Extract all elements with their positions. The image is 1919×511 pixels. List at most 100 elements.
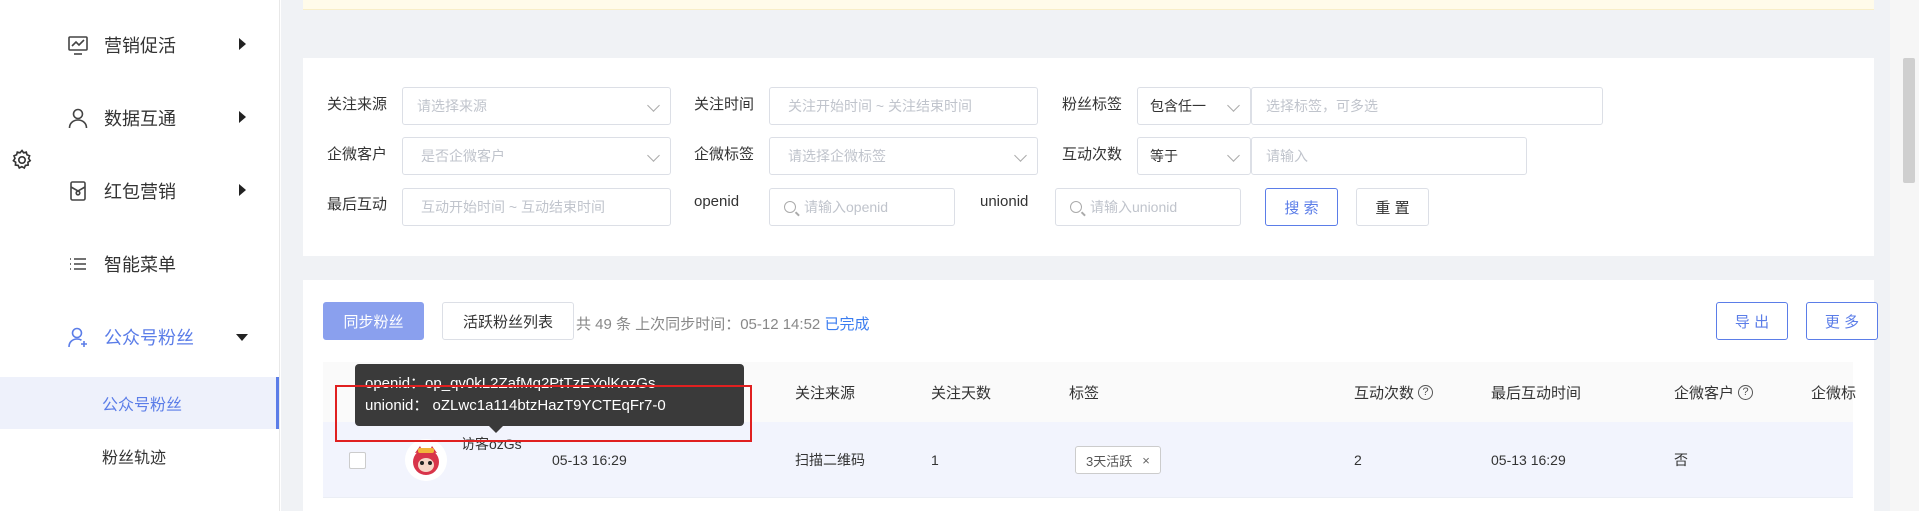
- more-button[interactable]: 更 多: [1806, 302, 1878, 340]
- sync-status: 已完成: [824, 316, 870, 333]
- column-header-days: 关注天数: [931, 384, 992, 402]
- wecom-customer-select[interactable]: 是否企微客户: [402, 137, 671, 175]
- column-header-wecom-text: 企微客户: [1674, 384, 1735, 402]
- chevron-down-icon: [647, 99, 660, 112]
- follow-time-label: 关注时间: [694, 96, 755, 113]
- sidebar-item-fans[interactable]: 公众号粉丝: [66, 317, 248, 357]
- chevron-right-icon: [239, 184, 246, 196]
- last-interact-label: 最后互动: [327, 196, 388, 213]
- chevron-down-icon: [1227, 99, 1240, 112]
- active-fans-list-button[interactable]: 活跃粉丝列表: [442, 302, 574, 340]
- follow-time-range[interactable]: 关注开始时间 ~ 关注结束时间: [769, 87, 1038, 125]
- id-tooltip: openid：op_qv0kL2ZafMq2PtTzEYolKozGs unio…: [355, 364, 744, 433]
- openid-label: openid: [694, 193, 740, 210]
- unionid-label: unionid: [980, 193, 1029, 210]
- column-header-source: 关注来源: [795, 384, 856, 402]
- sidebar-item-smart-menu[interactable]: 智能菜单: [66, 244, 246, 284]
- user-plus-icon: [66, 325, 90, 349]
- unionid-input[interactable]: 请输入unionid: [1055, 188, 1241, 226]
- follow-time-cell: 05-13 16:29: [552, 452, 627, 468]
- sidebar: 营销促活 数据互通 红包营销 智能菜单 公众号粉丝 公众号粉丝 粉丝轨迹: [0, 0, 280, 511]
- tag-chip: 3天活跃 ×: [1075, 446, 1161, 474]
- sidebar-item-red-packet[interactable]: 红包营销: [66, 171, 246, 211]
- last-interact-range[interactable]: 互动开始时间 ~ 互动结束时间: [402, 188, 671, 226]
- chart-board-icon: [66, 33, 90, 57]
- fan-tags-select[interactable]: 选择标签，可多选: [1251, 87, 1603, 125]
- main-content: 关注来源 请选择来源 关注时间 关注开始时间 ~ 关注结束时间 粉丝标签 包含任…: [281, 0, 1890, 511]
- scrollbar-thumb[interactable]: [1903, 58, 1915, 183]
- sync-info: 共 49 条 上次同步时间：05-12 14:52 已完成: [576, 313, 869, 334]
- gear-icon[interactable]: [10, 148, 34, 172]
- days-cell: 1: [931, 452, 939, 468]
- column-header-wecom-tags: 企微标: [1811, 384, 1857, 402]
- wecom-customer-placeholder: 是否企微客户: [421, 148, 505, 164]
- sidebar-item-marketing[interactable]: 营销促活: [66, 25, 246, 65]
- export-button[interactable]: 导 出: [1716, 302, 1788, 340]
- sidebar-item-data-sync[interactable]: 数据互通: [66, 98, 246, 138]
- tooltip-unionid: unionid： oZLwc1a114btzHazT9YCTEqFr7-0: [365, 397, 666, 414]
- table-row[interactable]: 访客ozGs 05-13 16:29 扫描二维码 1 3天活跃 × 2 05-13…: [323, 422, 1853, 498]
- sidebar-item-label: 智能菜单: [104, 255, 176, 275]
- tags-cell: 3天活跃 ×: [1075, 422, 1161, 498]
- follow-source-select[interactable]: 请选择来源: [402, 87, 671, 125]
- sidebar-subitem-fan-track[interactable]: 粉丝轨迹: [0, 430, 279, 482]
- tooltip-openid: openid：op_qv0kL2ZafMq2PtTzEYolKozGs: [365, 375, 656, 392]
- chevron-down-icon: [1014, 149, 1027, 162]
- close-icon[interactable]: ×: [1142, 453, 1150, 468]
- column-header-tags: 标签: [1069, 384, 1100, 402]
- fan-tags-label: 粉丝标签: [1062, 96, 1123, 113]
- row-checkbox[interactable]: [349, 452, 366, 469]
- chevron-right-icon: [239, 111, 246, 123]
- fan-tags-placeholder: 选择标签，可多选: [1266, 98, 1378, 114]
- interact-count-op-value: 等于: [1150, 148, 1178, 164]
- follow-source-placeholder: 请选择来源: [417, 98, 487, 114]
- column-header-interactions: 互动次数?: [1354, 362, 1434, 422]
- fan-tags-mode-value: 包含任一: [1150, 98, 1206, 114]
- help-icon[interactable]: ?: [1418, 384, 1434, 400]
- last-interact-placeholder: 互动开始时间 ~ 互动结束时间: [421, 199, 605, 215]
- interact-count-placeholder: 请输入: [1266, 148, 1308, 164]
- wecom-tags-label: 企微标签: [694, 146, 755, 163]
- help-icon[interactable]: ?: [1738, 384, 1754, 400]
- sidebar-item-partial[interactable]: [66, 494, 246, 511]
- sync-info-text: 共 49 条 上次同步时间：05-12 14:52: [576, 316, 821, 333]
- tooltip-arrow: [489, 426, 503, 433]
- interact-count-label: 互动次数: [1062, 146, 1123, 163]
- openid-input[interactable]: 请输入openid: [769, 188, 955, 226]
- sync-fans-button[interactable]: 同步粉丝: [323, 302, 424, 340]
- wecom-tags-select[interactable]: 请选择企微标签: [769, 137, 1038, 175]
- chevron-down-icon: [236, 334, 248, 341]
- last-interact-cell: 05-13 16:29: [1491, 452, 1566, 468]
- sidebar-item-label: 营销促活: [104, 36, 176, 56]
- wecom-tags-placeholder: 请选择企微标签: [788, 148, 886, 164]
- red-packet-icon: [66, 179, 90, 203]
- partial-icon: [66, 502, 90, 511]
- menu-list-icon: [66, 252, 90, 276]
- interactions-cell: 2: [1354, 452, 1362, 468]
- interact-count-input[interactable]: 请输入: [1251, 137, 1527, 175]
- sidebar-item-label: 数据互通: [104, 109, 176, 129]
- column-header-last-interact: 最后互动时间: [1491, 384, 1582, 402]
- search-icon: [784, 201, 796, 213]
- sidebar-subitem-fans[interactable]: 公众号粉丝: [0, 377, 279, 429]
- follow-source-label: 关注来源: [327, 96, 388, 113]
- unionid-placeholder: 请输入unionid: [1090, 199, 1178, 215]
- sidebar-item-label: 公众号粉丝: [104, 328, 194, 348]
- tag-label: 3天活跃: [1086, 453, 1133, 469]
- fan-tags-mode-select[interactable]: 包含任一: [1137, 87, 1251, 125]
- user-icon: [66, 106, 90, 130]
- wecom-customer-label: 企微客户: [327, 146, 388, 163]
- search-icon: [1070, 201, 1082, 213]
- filter-panel: 关注来源 请选择来源 关注时间 关注开始时间 ~ 关注结束时间 粉丝标签 包含任…: [303, 58, 1874, 256]
- column-header-interactions-text: 互动次数: [1354, 384, 1415, 402]
- column-header-wecom: 企微客户?: [1674, 362, 1754, 422]
- reset-button[interactable]: 重 置: [1356, 188, 1429, 226]
- search-button[interactable]: 搜 索: [1265, 188, 1338, 226]
- chevron-right-icon: [239, 38, 246, 50]
- openid-placeholder: 请输入openid: [804, 199, 889, 215]
- wecom-cell: 否: [1674, 452, 1688, 468]
- sidebar-item-label: 红包营销: [104, 182, 176, 202]
- source-cell: 扫描二维码: [795, 452, 865, 468]
- interact-count-op-select[interactable]: 等于: [1137, 137, 1251, 175]
- notice-bar: [303, 0, 1874, 10]
